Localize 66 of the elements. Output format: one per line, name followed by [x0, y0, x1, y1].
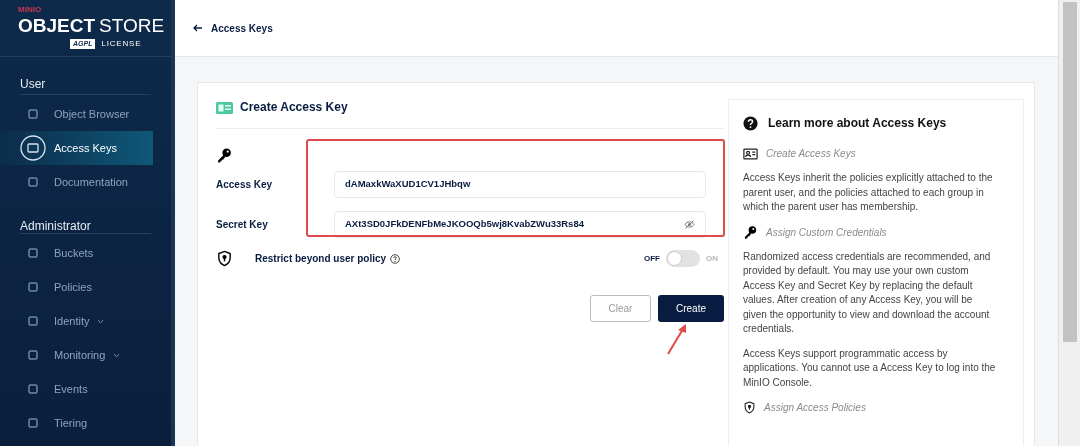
id-card-icon: [743, 147, 758, 160]
id-card-icon: [20, 135, 46, 161]
sidebar-item[interactable]: Policies: [0, 270, 153, 304]
back-arrow-icon: [193, 24, 203, 32]
section-title: Administrator: [20, 219, 91, 233]
item-label: Buckets: [54, 245, 94, 261]
help-subtitle: Assign Access Policies: [764, 401, 866, 415]
menu-item-icon: [28, 282, 38, 292]
restrict-label: Restrict beyond user policy: [255, 252, 387, 266]
help-icon: [743, 115, 758, 131]
help-title: Learn more about Access Keys: [768, 115, 947, 132]
sidebar-item[interactable]: Access Keys: [0, 131, 153, 165]
item-label: Identity: [54, 313, 90, 329]
menu-item-icon: [28, 177, 38, 187]
chevron-icon: [113, 352, 121, 358]
toggle-switch[interactable]: [666, 250, 700, 267]
toggle-on-label: ON: [706, 252, 718, 265]
shield-icon: [216, 250, 233, 267]
create-button[interactable]: Create: [658, 295, 724, 322]
product-name: OBJECT: [18, 14, 96, 38]
hide-icon[interactable]: [684, 219, 695, 229]
sidebar-item[interactable]: Monitoring: [0, 338, 153, 372]
back-link[interactable]: Access Keys: [193, 20, 273, 36]
sidebar-item[interactable]: Object Browser: [0, 97, 153, 131]
product-name: STORE: [99, 14, 165, 38]
field-label: Access Key: [216, 177, 274, 192]
help-paragraph: Randomized access credentials are recommended, and provided by default. You may use your own custom Access Key and Secret Key by replacing the default values. After creation of any Access Key, you will be given the opportunity to view and download the account credentials.: [743, 249, 992, 336]
item-label: Tiering: [54, 415, 88, 431]
menu-item-icon: [28, 418, 38, 428]
sidebar-item[interactable]: Buckets: [0, 236, 153, 270]
brand-name: MINIO: [18, 6, 43, 14]
field-label: Secret Key: [216, 217, 269, 232]
menu-item-icon: [28, 316, 38, 326]
help-paragraph: Access Keys inherit the policies explicitly attached to the parent user, and the policies attached to each group in which the parent user has membership.: [743, 171, 994, 214]
item-label: Documentation: [54, 174, 128, 190]
section-title: User: [20, 77, 46, 91]
sidebar-item[interactable]: Events: [0, 372, 153, 406]
item-label: Access Keys: [54, 140, 117, 156]
license-label: LICENSE: [101, 37, 142, 50]
field-value: dAMaxkWaXUD1CV1JHbqw: [345, 176, 471, 191]
annotation-arrow: [666, 323, 688, 355]
id-card-icon: [216, 100, 233, 114]
item-label: Policies: [54, 279, 92, 295]
help-icon: [390, 253, 401, 264]
menu-item-icon: [28, 248, 38, 258]
chevron-icon: [97, 318, 105, 324]
help-subtitle: Create Access Keys: [766, 147, 856, 161]
item-label: Monitoring: [54, 347, 106, 363]
text-field[interactable]: AXt3SD0JFkDENFbMeJKOOQb5wj8KvabZWu33Rs84: [334, 210, 706, 238]
toggle-off-label: OFF: [644, 252, 660, 265]
sidebar-item[interactable]: Documentation: [0, 165, 153, 199]
sidebar-item[interactable]: Identity: [0, 304, 153, 338]
form-title: Create Access Key: [240, 99, 348, 116]
help-paragraph: Access Keys support programmatic access by applications. You cannot use a Access Key to log into the MinIO Console.: [743, 346, 997, 390]
menu-item-icon: [28, 350, 38, 360]
key-icon: [743, 224, 758, 240]
item-label: Events: [54, 381, 88, 397]
sidebar-item[interactable]: Tiering: [0, 406, 153, 440]
key-icon: [216, 147, 233, 164]
shield-icon: [743, 401, 756, 414]
item-label: Object Browser: [54, 106, 130, 122]
field-value: AXt3SD0JFkDENFbMeJKOOQb5wj8KvabZWu33Rs84: [345, 216, 584, 231]
menu-item-icon: [28, 384, 38, 394]
help-subtitle: Assign Custom Credentials: [766, 225, 887, 240]
text-field[interactable]: dAMaxkWaXUD1CV1JHbqw: [334, 170, 706, 198]
menu-item-icon: [28, 109, 38, 119]
